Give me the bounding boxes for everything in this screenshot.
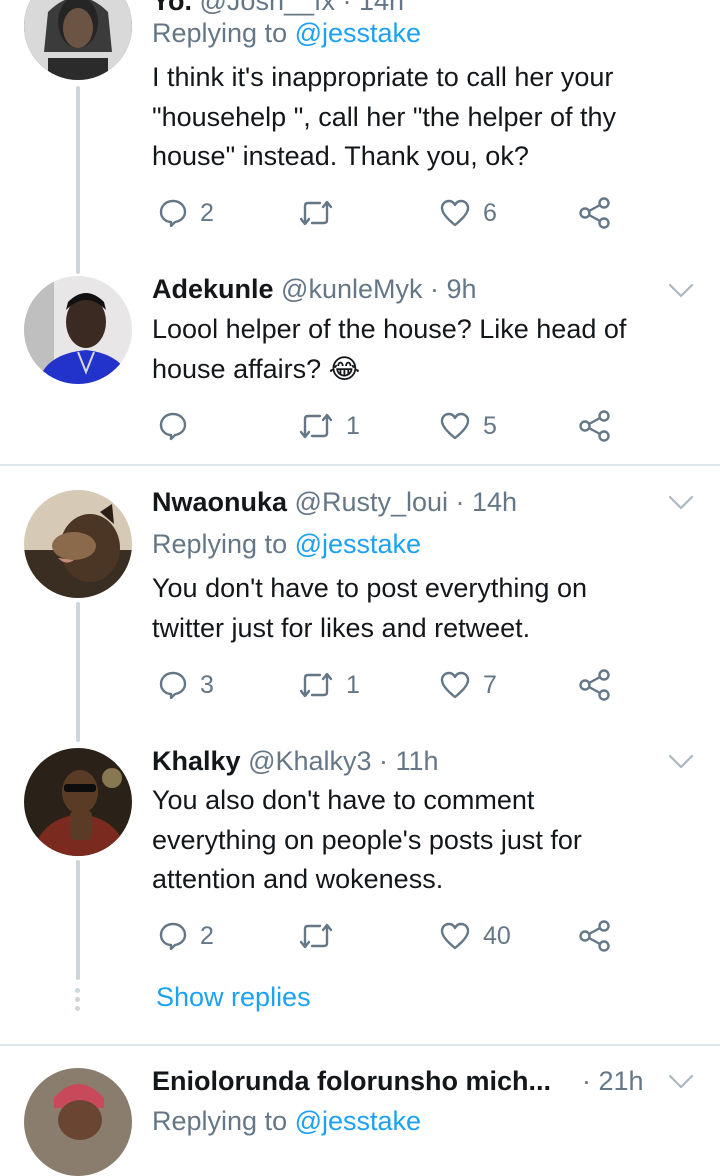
avatar-photo [24, 1068, 132, 1176]
handle-and-time[interactable]: @Khalky3 · 11h [248, 746, 439, 776]
avatar[interactable] [24, 0, 132, 80]
chevron-down-icon[interactable] [668, 282, 694, 300]
display-name[interactable]: Adekunle [152, 274, 274, 304]
retweet-icon [299, 923, 333, 949]
like-button[interactable]: 7 [439, 668, 497, 702]
chevron-down-icon[interactable] [668, 1073, 694, 1091]
replying-to: Replying to @jesstake [152, 1106, 422, 1136]
tweet-text: I think it's inappropriate to call her y… [152, 62, 617, 171]
chevron-down-icon[interactable] [668, 753, 694, 771]
reply-count: 2 [200, 921, 214, 950]
reply-icon [159, 412, 187, 441]
retweet-count: 1 [346, 670, 360, 699]
heart-icon [440, 412, 470, 440]
display-name[interactable]: Eniolorunda folorunsho mich... [152, 1066, 551, 1096]
handle-and-time[interactable]: @kunleMyk · 9h [281, 274, 476, 304]
handle[interactable]: @Josh__fx [200, 0, 335, 16]
share-icon [579, 920, 610, 952]
handle-and-time[interactable]: @Rusty_loui · 14h [295, 487, 518, 517]
thread-line [76, 860, 80, 980]
retweet-button[interactable] [298, 919, 346, 953]
timestamp: · 21h [582, 1066, 644, 1096]
reply-button[interactable]: 2 [158, 919, 214, 953]
reply-button[interactable]: 3 [158, 668, 214, 702]
thread-line [76, 86, 80, 274]
display-name[interactable]: Khalky [152, 746, 241, 776]
retweet-icon [299, 200, 333, 226]
avatar[interactable] [24, 748, 132, 856]
chevron-down-icon[interactable] [668, 494, 694, 512]
reply-count: 2 [200, 198, 214, 227]
timestamp: · 14h [342, 0, 405, 16]
replying-to: Replying to @jesstake [152, 18, 422, 48]
tweet-header: Eniolorunda folorunsho mich... [152, 1064, 551, 1098]
like-button[interactable]: 6 [439, 196, 497, 230]
like-button[interactable]: 5 [439, 409, 497, 443]
mention-link[interactable]: @jesstake [295, 1106, 421, 1136]
retweet-button[interactable] [298, 196, 346, 230]
tweet-text: Loool helper of the house? Like head of … [152, 314, 627, 384]
retweet-button[interactable]: 1 [298, 409, 360, 443]
thread-dots [75, 988, 81, 1015]
avatar-photo [24, 490, 132, 598]
reply-button[interactable] [158, 409, 200, 443]
avatar-photo [24, 0, 132, 80]
avatar[interactable] [24, 1068, 132, 1176]
reply-icon [159, 922, 187, 951]
tweet-header: Khalky @Khalky3 · 11h [152, 744, 439, 778]
avatar[interactable] [24, 276, 132, 384]
display-name[interactable]: Yo. [152, 0, 192, 16]
replying-to: Replying to @jesstake [152, 529, 422, 559]
reply-count: 3 [200, 670, 214, 699]
like-count: 5 [483, 411, 497, 440]
thread-line [76, 602, 80, 742]
reply-icon [159, 671, 187, 700]
share-icon [579, 669, 610, 701]
like-count: 40 [483, 921, 511, 950]
reply-icon [159, 199, 187, 228]
avatar-photo [24, 748, 132, 856]
avatar-photo [24, 276, 132, 384]
retweet-button[interactable]: 1 [298, 668, 360, 702]
show-replies-link[interactable]: Show replies [156, 982, 311, 1013]
share-icon [579, 410, 610, 442]
share-button[interactable] [578, 668, 612, 702]
display-name[interactable]: Nwaonuka [152, 487, 287, 517]
share-icon [579, 197, 610, 229]
tweet-header: Nwaonuka @Rusty_loui · 14h [152, 485, 517, 519]
tweet-text: You also don't have to comment everythin… [152, 785, 582, 894]
mention-link[interactable]: @jesstake [295, 529, 421, 559]
share-button[interactable] [578, 196, 612, 230]
like-count: 6 [483, 198, 497, 227]
like-count: 7 [483, 670, 497, 699]
heart-icon [440, 199, 470, 227]
retweet-icon [299, 413, 333, 439]
like-button[interactable]: 40 [439, 919, 511, 953]
mention-link[interactable]: @jesstake [295, 18, 421, 48]
share-button[interactable] [578, 409, 612, 443]
divider [0, 1044, 720, 1046]
heart-icon [440, 671, 470, 699]
share-button[interactable] [578, 919, 612, 953]
reply-button[interactable]: 2 [158, 196, 214, 230]
retweet-icon [299, 672, 333, 698]
tweet-text: You don't have to post everything on twi… [152, 573, 587, 643]
tweet-header: Adekunle @kunleMyk · 9h [152, 272, 477, 306]
heart-icon [440, 922, 470, 950]
retweet-count: 1 [346, 411, 360, 440]
divider [0, 464, 720, 466]
avatar[interactable] [24, 490, 132, 598]
